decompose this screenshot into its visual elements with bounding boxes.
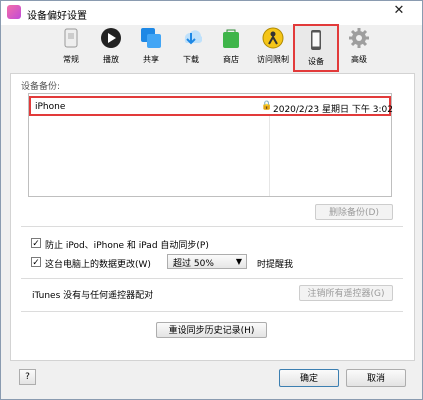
itunes-icon: [7, 5, 21, 19]
store-bag-icon: [223, 29, 239, 48]
window-title: 设备偏好设置: [27, 11, 87, 22]
warn-suffix-label: 时提醒我: [257, 260, 294, 270]
cancel-button[interactable]: 取消: [346, 369, 406, 387]
device-backups-label: 设备备份:: [21, 82, 61, 92]
chevron-down-icon: ▼: [235, 257, 242, 266]
tab-sharing[interactable]: 共享: [133, 25, 169, 69]
forget-remotes-button[interactable]: 注销所有遥控器(G): [299, 285, 393, 301]
warn-changes-checkbox[interactable]: ✓: [31, 257, 41, 268]
tab-general[interactable]: 常规: [53, 25, 89, 69]
divider: [21, 226, 403, 227]
tab-restrictions-label: 访问限制: [257, 55, 289, 64]
threshold-value: 超过 50%: [173, 259, 214, 269]
general-icon: [64, 28, 78, 48]
backup-date: 2020/2/23 星期日 下午 3:02: [273, 105, 393, 115]
preferences-window: 设备偏好设置 ✕ 常规 播放 共享 下载 商店 访问限制 设备 高级 设备备份:…: [0, 0, 423, 400]
tab-downloads[interactable]: 下载: [173, 25, 209, 69]
tab-store[interactable]: 商店: [213, 25, 249, 69]
title-bar: 设备偏好设置 ✕: [1, 1, 422, 25]
gear-icon: [349, 28, 369, 48]
lock-icon: 🔒: [261, 101, 273, 111]
parental-controls-icon: [262, 27, 284, 49]
tab-advanced-label: 高级: [351, 55, 367, 64]
backup-row[interactable]: iPhone 🔒 2020/2/23 星期日 下午 3:02: [29, 96, 393, 116]
tab-general-label: 常规: [63, 55, 79, 64]
tab-restrictions[interactable]: 访问限制: [253, 25, 293, 69]
device-phone-icon: [311, 30, 321, 50]
tab-devices-label: 设备: [308, 57, 324, 66]
tab-devices[interactable]: 设备: [293, 24, 339, 72]
remote-status-text: iTunes 没有与任何遥控器配对: [32, 291, 154, 301]
download-icon: [184, 30, 202, 45]
prevent-sync-checkbox[interactable]: ✓: [31, 238, 41, 249]
column-divider: [269, 116, 270, 196]
sharing-icon: [141, 28, 161, 48]
tab-playback[interactable]: 播放: [93, 25, 129, 69]
threshold-select[interactable]: 超过 50% ▼: [167, 254, 247, 269]
warn-changes-label: 这台电脑上的数据更改(W): [45, 260, 151, 270]
tab-advanced[interactable]: 高级: [341, 25, 377, 69]
tab-playback-label: 播放: [103, 55, 119, 64]
tab-sharing-label: 共享: [143, 55, 159, 64]
close-button[interactable]: ✕: [376, 1, 422, 21]
tab-store-label: 商店: [223, 55, 239, 64]
tab-downloads-label: 下载: [183, 55, 199, 64]
delete-backup-button[interactable]: 删除备份(D): [315, 204, 393, 220]
ok-button[interactable]: 确定: [279, 369, 339, 387]
preferences-toolbar: 常规 播放 共享 下载 商店 访问限制 设备 高级: [1, 24, 422, 72]
divider: [21, 311, 403, 312]
reset-sync-history-button[interactable]: 重设同步历史记录(H): [156, 322, 267, 338]
help-button[interactable]: ?: [19, 369, 36, 385]
divider: [21, 278, 403, 279]
backup-list[interactable]: iPhone 🔒 2020/2/23 星期日 下午 3:02: [28, 93, 393, 197]
prevent-sync-label: 防止 iPod、iPhone 和 iPad 自动同步(P): [45, 241, 209, 251]
play-icon: [101, 28, 121, 48]
backup-device-name: iPhone: [35, 102, 66, 112]
